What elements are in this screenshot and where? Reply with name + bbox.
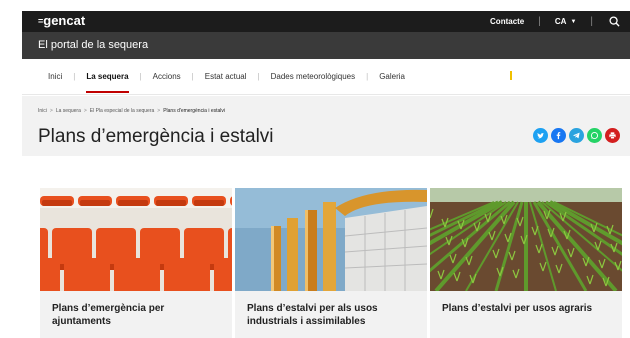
telegram-icon xyxy=(572,131,581,140)
language-selector[interactable]: CA ▼ xyxy=(555,17,577,26)
whatsapp-icon xyxy=(590,131,599,140)
nav-divider: | xyxy=(191,72,194,81)
nav-items: Inici | La sequera | Accions | Estat actual | Da… xyxy=(48,59,405,94)
card-image[interactable] xyxy=(430,188,622,291)
card-title[interactable]: Plans d’estalvi per als usos industrials… xyxy=(235,291,427,328)
nav-marker xyxy=(510,71,512,80)
print-icon xyxy=(608,131,617,140)
nav-item-5[interactable]: Galeria xyxy=(379,72,405,81)
nav-divider: | xyxy=(257,72,260,81)
nav-item-1[interactable]: La sequera xyxy=(86,72,129,93)
divider: | xyxy=(590,16,593,27)
nav-divider: | xyxy=(73,72,76,81)
card-title[interactable]: Plans d’emergència per ajuntaments xyxy=(40,291,232,328)
breadcrumb-item[interactable]: El Pla especial de la sequera xyxy=(90,108,155,114)
breadcrumb-chevron-icon: > xyxy=(157,108,161,114)
facebook-share-button[interactable] xyxy=(551,128,566,143)
breadcrumb-chevron-icon: > xyxy=(49,108,53,114)
nav-divider: | xyxy=(366,72,369,81)
nav-item-0[interactable]: Inici xyxy=(48,72,62,81)
top-bar: = gencat Contacte | CA ▼ | xyxy=(22,11,630,32)
card-orange-chairs[interactable]: Plans d’emergència per ajuntaments xyxy=(40,188,232,338)
card-image[interactable] xyxy=(235,188,427,291)
main-nav: Inici | La sequera | Accions | Estat actual | Da… xyxy=(22,59,630,95)
card-image[interactable] xyxy=(40,188,232,291)
nav-item-2[interactable]: Accions xyxy=(153,72,181,81)
breadcrumb-item[interactable]: La sequera xyxy=(56,108,81,114)
divider: | xyxy=(538,16,541,27)
breadcrumb-item[interactable]: Inici xyxy=(38,108,47,114)
twitter-icon xyxy=(536,131,545,140)
card-title[interactable]: Plans d’estalvi per usos agraris xyxy=(430,291,622,315)
nav-divider: | xyxy=(139,72,142,81)
whatsapp-share-button[interactable] xyxy=(587,128,602,143)
nav-item-3[interactable]: Estat actual xyxy=(205,72,247,81)
top-utility-nav: Contacte | CA ▼ | xyxy=(490,11,620,32)
language-label: CA xyxy=(554,17,567,26)
card-industrial-pipes[interactable]: Plans d’estalvi per als usos industrials… xyxy=(235,188,427,338)
share-buttons xyxy=(533,128,620,143)
portal-title[interactable]: El portal de la sequera xyxy=(38,39,148,51)
facebook-icon xyxy=(554,131,563,140)
breadcrumb: Inici > La sequera > El Pla especial de la s… xyxy=(38,108,225,114)
gencat-logo-mark: = xyxy=(38,15,43,26)
twitter-share-button[interactable] xyxy=(533,128,548,143)
portal-bar: El portal de la sequera xyxy=(22,32,630,59)
breadcrumb-chevron-icon: > xyxy=(83,108,87,114)
gencat-logo[interactable]: = gencat xyxy=(38,13,85,28)
page-title: Plans d’emergència i estalvi xyxy=(38,126,274,147)
page-header: Inici > La sequera > El Pla especial de la s… xyxy=(22,96,630,156)
nav-item-4[interactable]: Dades meteorològiques xyxy=(271,72,356,81)
breadcrumb-current: Plans d'emergència i estalvi xyxy=(163,108,226,114)
print-share-button[interactable] xyxy=(605,128,620,143)
contact-link[interactable]: Contacte xyxy=(490,17,524,26)
telegram-share-button[interactable] xyxy=(569,128,584,143)
search-icon[interactable] xyxy=(609,16,620,27)
card-list: Plans d’emergència per ajuntaments Plans … xyxy=(40,188,622,338)
gencat-logo-text: gencat xyxy=(43,13,86,28)
chevron-down-icon: ▼ xyxy=(570,18,577,25)
card-crop-field[interactable]: Plans d’estalvi per usos agraris xyxy=(430,188,622,338)
